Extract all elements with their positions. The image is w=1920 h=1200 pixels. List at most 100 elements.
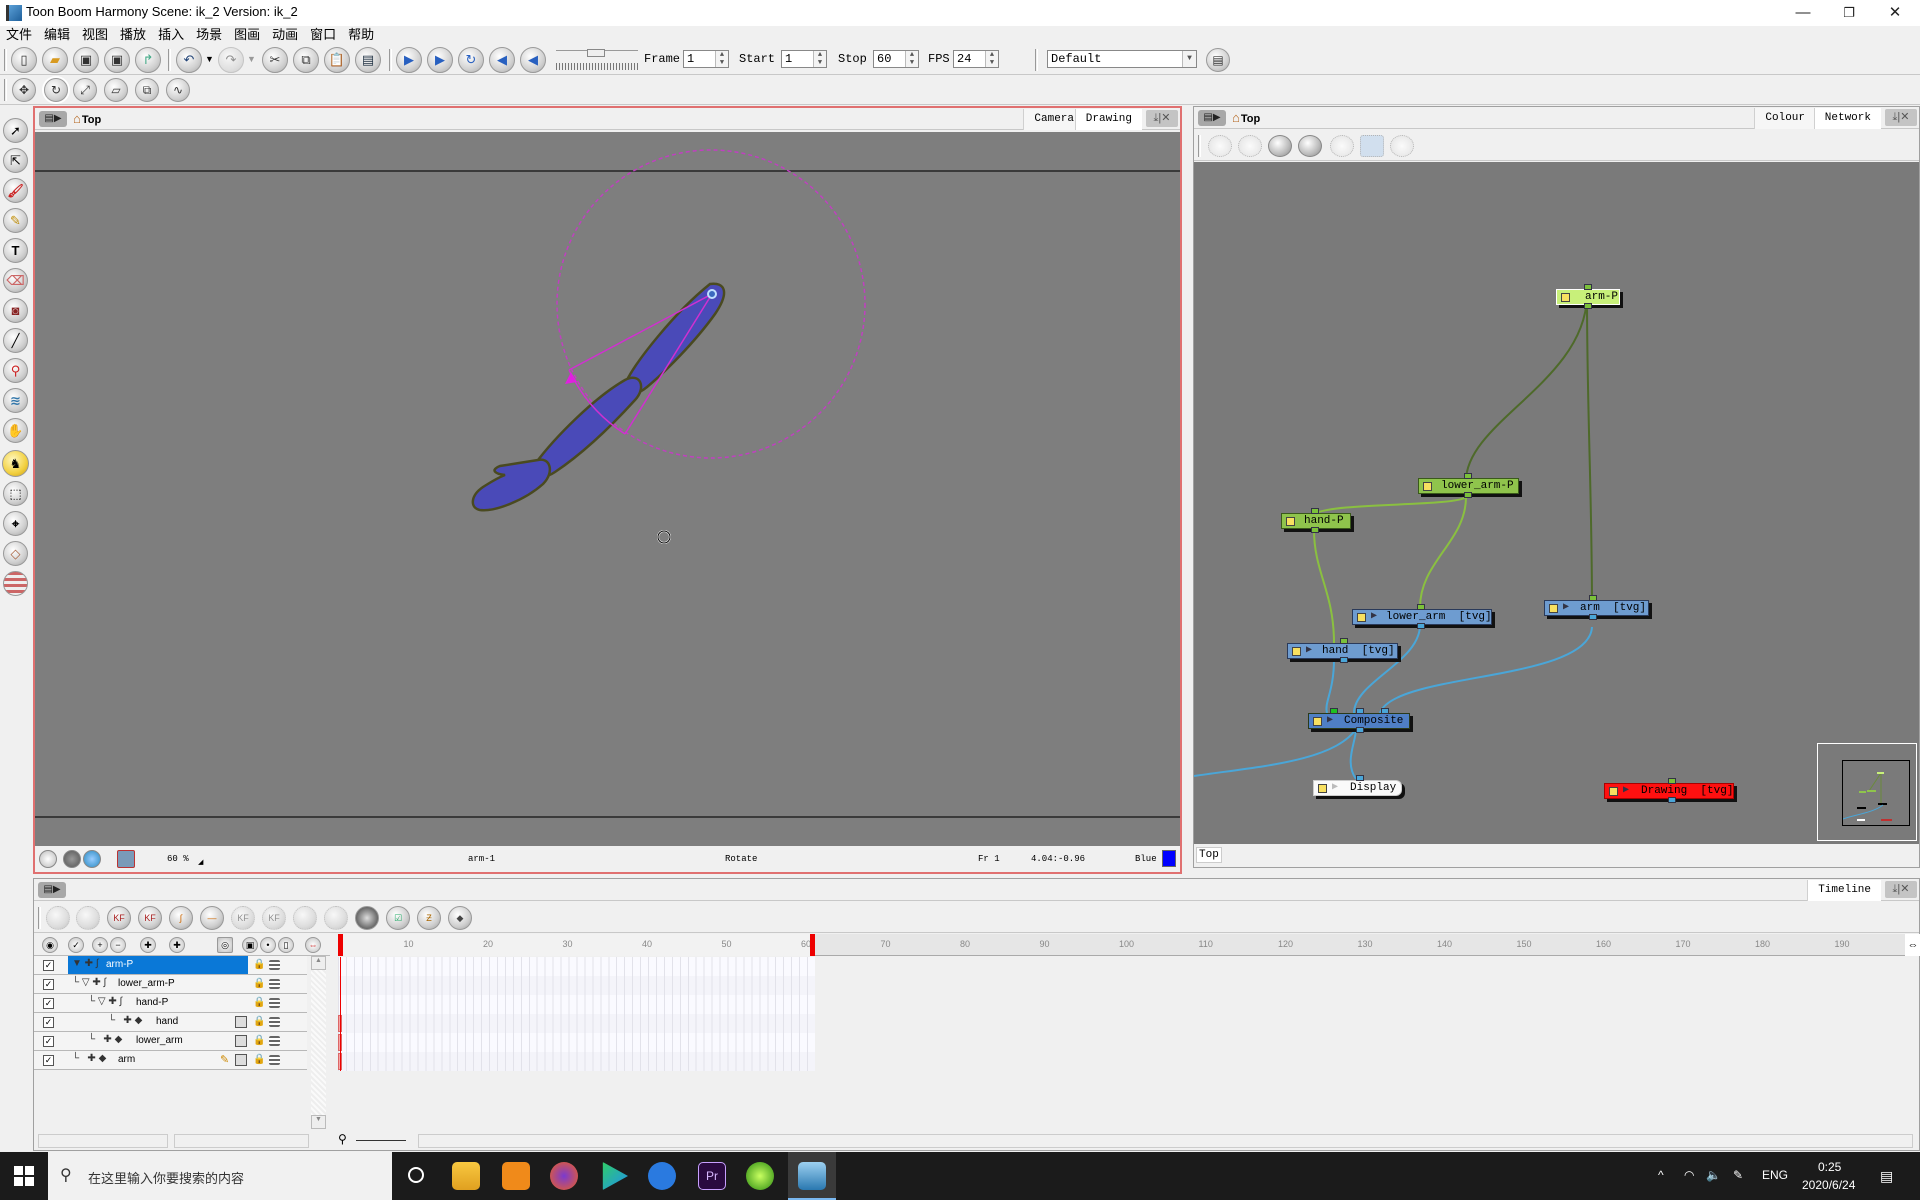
stop-motion-keyframe-icon[interactable]: — [200, 906, 224, 930]
node-composite[interactable]: ▶ Composite [1308, 708, 1410, 733]
node-output-port[interactable] [1311, 527, 1319, 533]
layer-row-arm[interactable]: ✓ └ ✚ ◆ arm ✎ 🔒 [34, 1051, 307, 1070]
save-icon[interactable]: ▣ [73, 47, 99, 73]
onion-skin-icon[interactable] [117, 850, 135, 868]
add-drawing-layer-icon[interactable] [46, 906, 70, 930]
toolbar-grip[interactable] [168, 49, 171, 71]
sound-scrub-icon[interactable]: ◀ [520, 47, 546, 73]
brush-icon[interactable]: 🖌 [3, 178, 28, 203]
library-icon[interactable]: ▤ [355, 47, 381, 73]
morph-tool-icon[interactable]: ◇ [3, 541, 28, 566]
arm-drawing[interactable] [471, 282, 726, 512]
collapse-icon[interactable]: • [260, 937, 276, 953]
tab-network[interactable]: Network [1813, 108, 1881, 129]
check-icon[interactable]: ☑ [386, 906, 410, 930]
view-menu-button[interactable]: ▤▶ [39, 111, 67, 127]
toolbar-grip[interactable] [389, 49, 392, 71]
skew-icon[interactable]: ▱ [104, 78, 128, 102]
toolbar-grip[interactable] [1035, 49, 1038, 71]
node-input-port[interactable] [1584, 284, 1592, 290]
column-horizontal-scrollbar[interactable] [174, 1134, 309, 1148]
previous-keyframe-icon[interactable]: KF [231, 906, 255, 930]
node-input-port[interactable] [1589, 595, 1597, 601]
tray-overflow-icon[interactable]: ^ [1658, 1168, 1664, 1182]
next-keyframe-icon[interactable]: KF [262, 906, 286, 930]
zoom-dropdown-icon[interactable]: ◢ [198, 858, 203, 866]
playhead[interactable] [338, 934, 343, 956]
lock-layer-icon[interactable]: ▣ [242, 937, 258, 953]
node-output-port[interactable] [1417, 623, 1425, 629]
open-icon[interactable]: ▰ [42, 47, 68, 73]
toolbar-grip[interactable] [4, 49, 7, 71]
node-display[interactable]: ▶ Display [1313, 775, 1402, 796]
layer-stack-icon[interactable] [269, 1036, 280, 1046]
redo-dropdown-icon[interactable]: ▼ [247, 54, 256, 64]
menu-window[interactable]: 窗口 [304, 26, 342, 44]
inverse-kinematics-icon[interactable]: ♞ [2, 450, 29, 477]
text-icon[interactable]: T [3, 238, 28, 263]
file-explorer-icon[interactable] [452, 1162, 480, 1190]
timeline-cells[interactable] [338, 957, 1920, 1071]
clock-date[interactable]: 2020/6/24 [1802, 1178, 1855, 1192]
camera-icon[interactable]: ◎ [217, 937, 233, 953]
minimize-button[interactable]: — [1780, 0, 1826, 26]
panel-dock-close-controls[interactable]: ⤓|✕ [1885, 109, 1917, 126]
onion-skin-icon[interactable] [355, 906, 379, 930]
node-output-port[interactable] [1668, 797, 1676, 803]
transform-box-icon[interactable]: ⬚ [3, 481, 28, 506]
workspace-manager-icon[interactable]: ▤ [1206, 48, 1230, 72]
show-all-icon[interactable]: ◉ [42, 937, 58, 953]
zoom-stack-icon[interactable] [3, 571, 28, 596]
play-icon[interactable]: ▶ [396, 47, 422, 73]
tab-colour[interactable]: Colour [1754, 108, 1815, 129]
set-ease-icon[interactable] [293, 906, 317, 930]
node-lower_arm-P[interactable]: lower_arm-P [1418, 473, 1519, 498]
add-peg-icon[interactable] [76, 906, 100, 930]
menu-insert[interactable]: 插入 [152, 26, 190, 44]
network-canvas[interactable]: arm-P lower_arm-P hand-P ▶ lower_arm [tv… [1194, 162, 1919, 844]
cut-icon[interactable]: ✂ [262, 47, 288, 73]
node-output-port[interactable] [1584, 303, 1592, 309]
stop-spinner[interactable]: ▲ ▼ [905, 51, 918, 67]
toolbar-grip[interactable] [4, 79, 7, 101]
node-input-port[interactable] [1668, 778, 1676, 784]
timeline-horizontal-scrollbar[interactable] [418, 1134, 1913, 1148]
timeline-cell-row[interactable] [338, 1052, 815, 1071]
frame-ruler[interactable]: 10 20 30 40 50 60 70 80 90 100 110 120 130 140 150 160 1… [338, 934, 1920, 956]
hand-icon[interactable]: ✋ [3, 418, 28, 443]
start-spinner[interactable]: ▲ ▼ [813, 51, 826, 67]
menu-help[interactable]: 帮助 [342, 26, 380, 44]
disabled-tool-icon[interactable] [1390, 135, 1414, 157]
node-output-port[interactable] [1340, 657, 1348, 663]
transform-icon[interactable]: ✥ [12, 78, 36, 102]
pen-icon[interactable]: ✎ [1733, 1168, 1743, 1182]
pivot-point-icon[interactable] [707, 289, 717, 299]
node-play-icon[interactable]: ▶ [1306, 644, 1312, 658]
morph-icon[interactable]: ∿ [166, 78, 190, 102]
workspace-select[interactable]: Default ▼ [1047, 50, 1197, 68]
lock-icon[interactable]: 🔒 [253, 1054, 265, 1065]
redo-icon[interactable]: ↷ [218, 47, 244, 73]
panel-dock-close-controls[interactable]: ⤓|✕ [1885, 881, 1917, 898]
sound-icon[interactable]: ◀ [489, 47, 515, 73]
show-only-icon[interactable]: ✓ [68, 937, 84, 953]
layer-stack-icon[interactable] [269, 979, 280, 989]
premiere-icon[interactable]: Pr [698, 1162, 726, 1190]
menu-play[interactable]: 播放 [114, 26, 152, 44]
lock-icon[interactable]: Ƶ [417, 906, 441, 930]
language-indicator[interactable]: ENG [1762, 1168, 1788, 1182]
layer-visibility-checkbox[interactable]: ✓ [43, 960, 54, 971]
menu-edit[interactable]: 编辑 [38, 26, 76, 44]
view-menu-button[interactable]: ▤▶ [38, 882, 66, 898]
toon-boom-taskbar-button[interactable] [788, 1152, 836, 1200]
restore-button[interactable]: ❐ [1826, 0, 1872, 26]
panel-dock-close-controls[interactable]: ⤓|✕ [1146, 110, 1178, 127]
tab-drawing[interactable]: Drawing [1074, 109, 1142, 130]
start-field[interactable]: 1 ▲ ▼ [781, 50, 827, 68]
hand-shape[interactable] [471, 458, 552, 512]
stop-field[interactable]: 60 ▲ ▼ [873, 50, 919, 68]
fps-field[interactable]: 24 ▲ ▼ [953, 50, 999, 68]
lock-icon[interactable]: 🔒 [253, 959, 265, 970]
rotate-icon[interactable]: ↻ [44, 78, 68, 102]
timeline-cell-row[interactable] [338, 976, 815, 995]
